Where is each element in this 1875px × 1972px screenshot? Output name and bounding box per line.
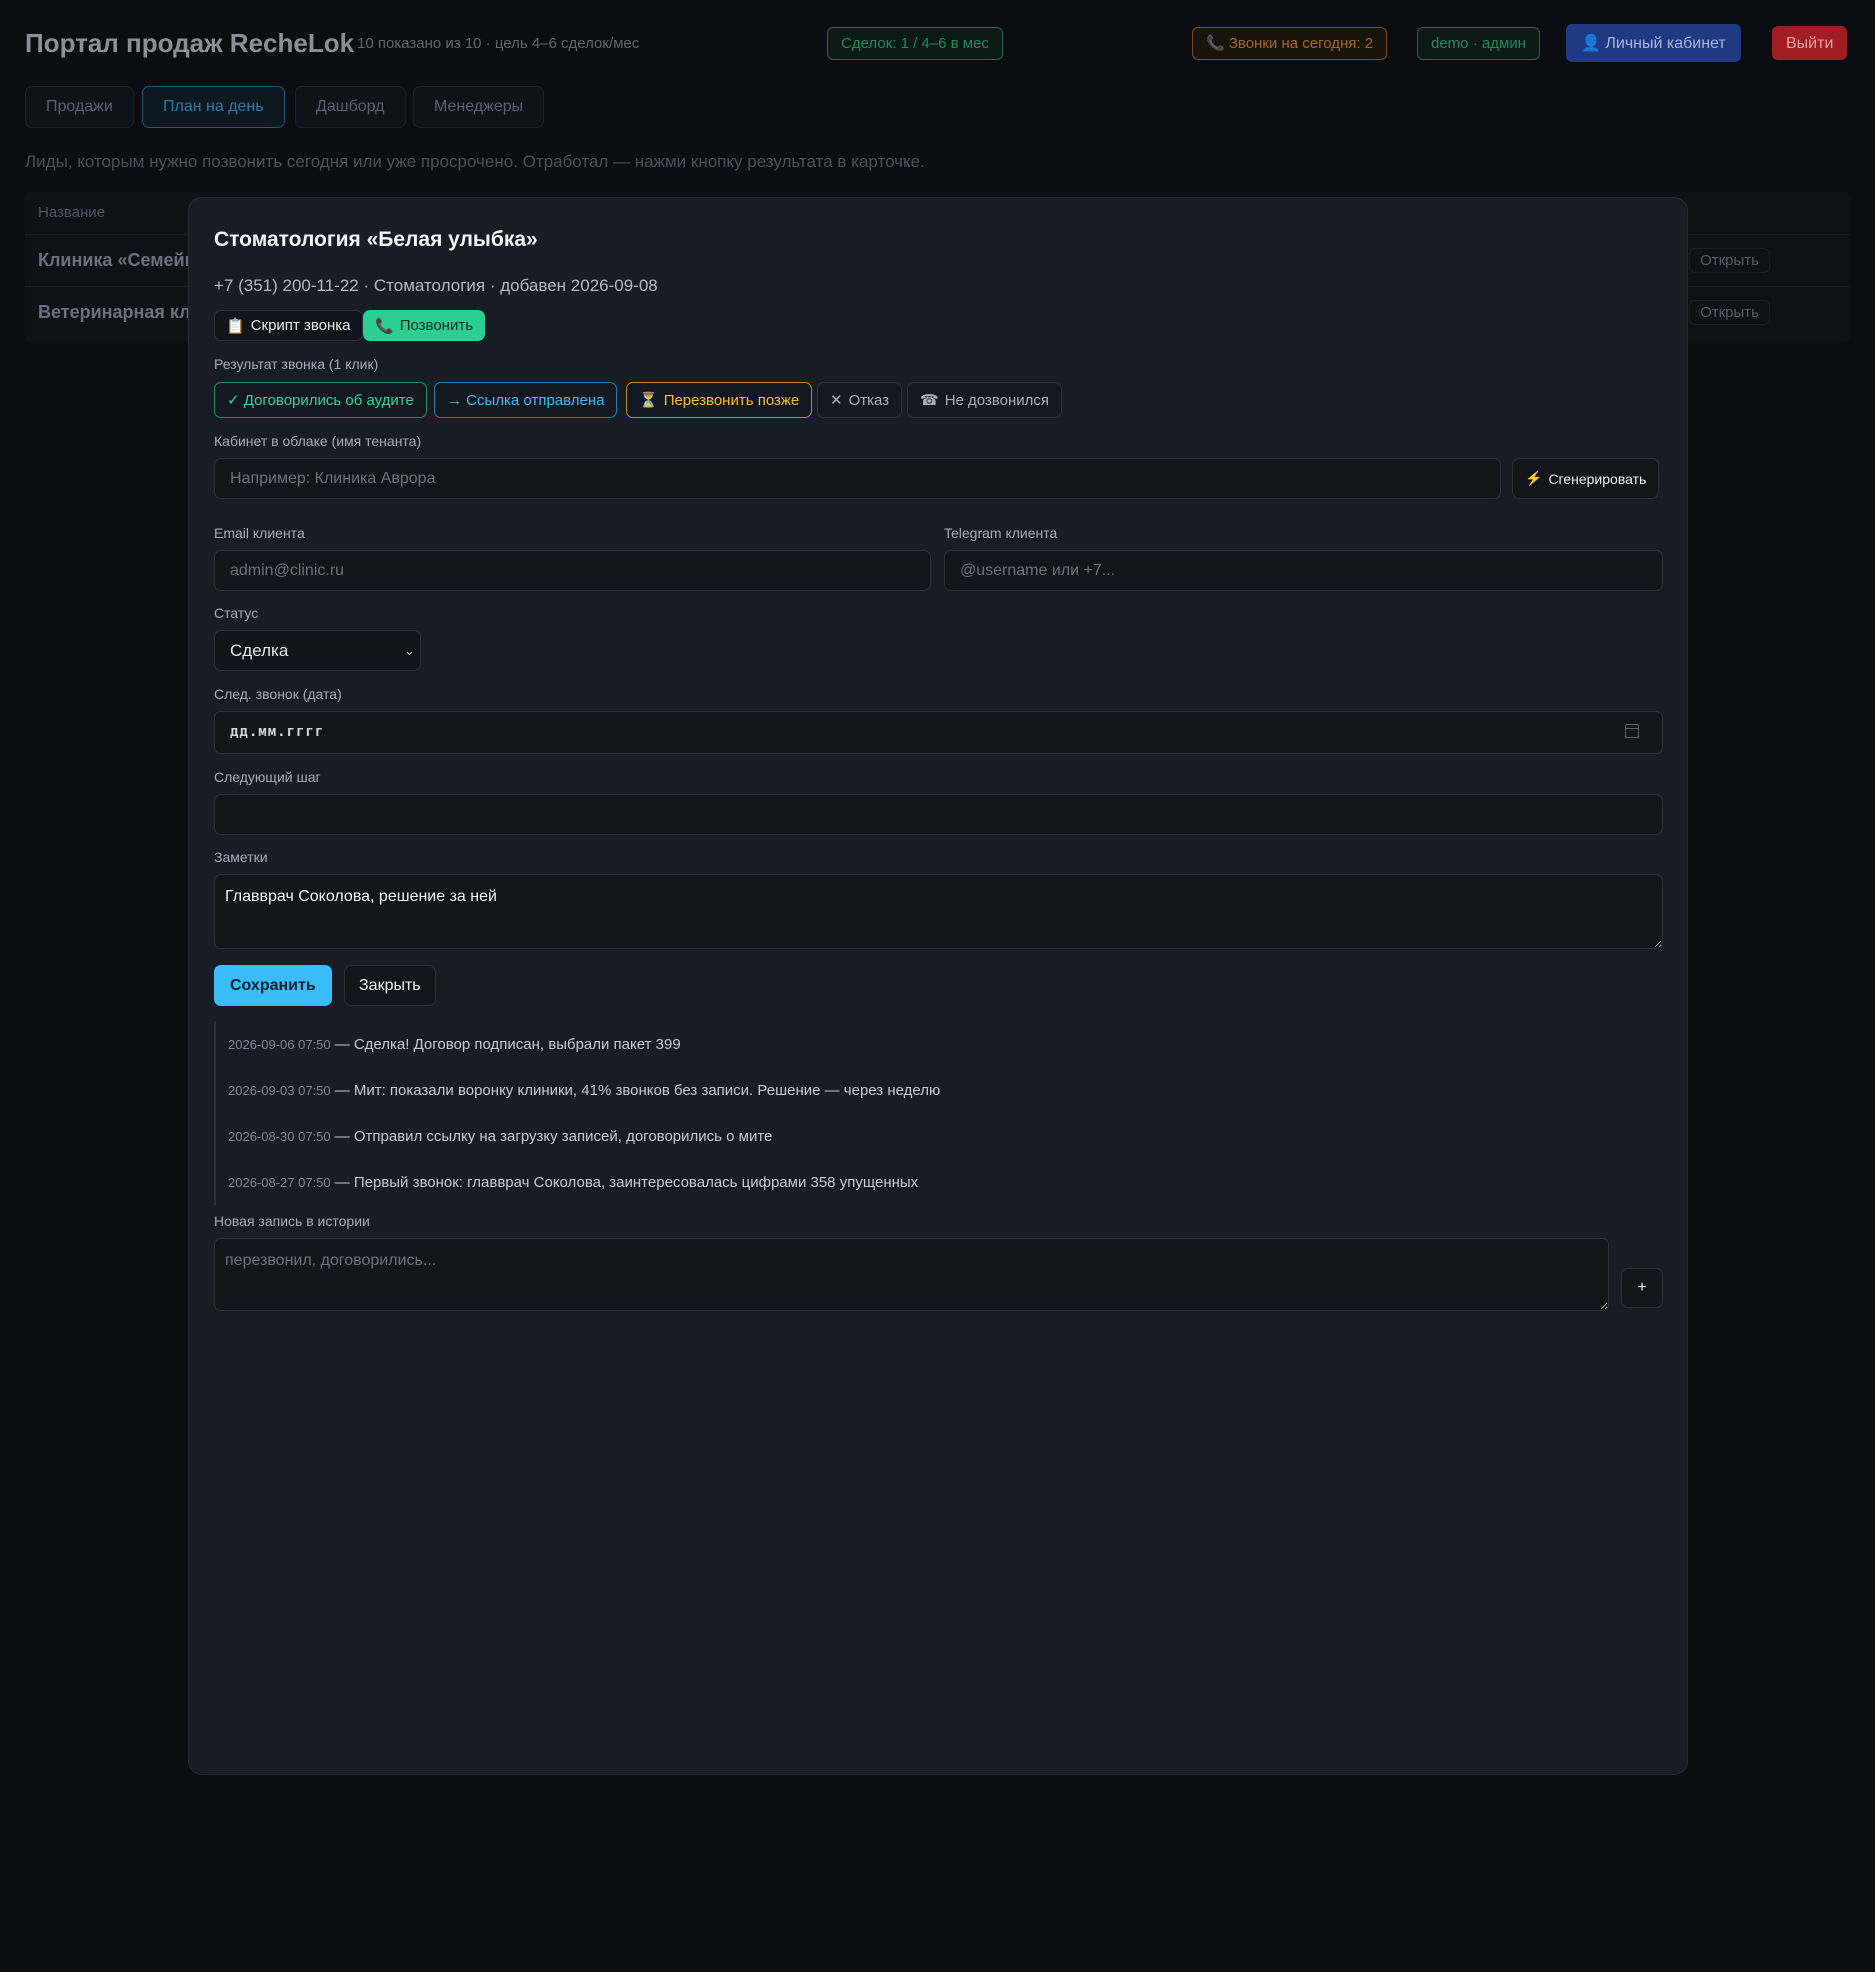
history-item: 2026-09-06 07:50 — Сделка! Договор подпи… bbox=[214, 1021, 1654, 1067]
open-button[interactable]: Открыть bbox=[1689, 300, 1770, 325]
call-later-label: Перезвонить позже bbox=[663, 391, 800, 409]
history-text: — Мит: показали воронку клиники, 41% зво… bbox=[334, 1081, 941, 1099]
telephone-icon: ☎ bbox=[920, 392, 939, 409]
tenant-input[interactable] bbox=[214, 458, 1501, 499]
page-hint: Лиды, которым нужно позвонить сегодня ил… bbox=[25, 152, 925, 171]
save-button[interactable]: Сохранить bbox=[214, 965, 332, 1006]
history-time: 2026-09-03 07:50 bbox=[228, 1082, 331, 1098]
calls-today-label: Звонки на сегодня: 2 bbox=[1228, 35, 1374, 52]
phone-icon: 📞 bbox=[375, 317, 394, 335]
generate-label: Сгенерировать bbox=[1548, 470, 1647, 487]
close-button[interactable]: Закрыть bbox=[344, 965, 436, 1006]
lead-subtitle: +7 (351) 200-11-22 · Стоматология · доба… bbox=[214, 276, 658, 295]
user-icon: 👤 bbox=[1581, 35, 1601, 52]
telegram-input[interactable] bbox=[944, 550, 1663, 591]
history-time: 2026-08-30 07:50 bbox=[228, 1128, 331, 1144]
hourglass-icon: ⏳ bbox=[639, 392, 658, 409]
tenant-label: Кабинет в облаке (имя тенанта) bbox=[214, 433, 422, 449]
calls-today-badge[interactable]: 📞 Звонки на сегодня: 2 bbox=[1192, 27, 1388, 60]
status-label: Статус bbox=[214, 605, 259, 621]
call-button-label: Позвонить bbox=[399, 317, 474, 334]
history-text: — Первый звонок: главврач Соколова, заин… bbox=[334, 1173, 919, 1191]
telegram-label: Telegram клиента bbox=[944, 525, 1058, 541]
column-header-name: Название bbox=[38, 204, 106, 221]
shown-info: 10 показано из 10 · цель 4–6 сделок/мес bbox=[357, 35, 640, 52]
next-call-date-input[interactable]: дд.мм.гггг bbox=[214, 711, 1663, 754]
result-call-later-button[interactable]: ⏳ Перезвонить позже bbox=[626, 382, 813, 418]
history-text: — Отправил ссылку на загрузку записей, д… bbox=[334, 1127, 773, 1145]
call-script-button[interactable]: 📋 Скрипт звонка bbox=[214, 310, 363, 341]
history-text: — Сделка! Договор подписан, выбрали паке… bbox=[334, 1035, 681, 1053]
tab-day-plan[interactable]: План на день bbox=[142, 86, 285, 128]
deals-badge: Сделок: 1 / 4–6 в мес bbox=[827, 27, 1003, 60]
refuse-label: Отказ bbox=[848, 391, 890, 409]
row-name: Ветеринарная кли bbox=[38, 302, 202, 322]
email-input[interactable] bbox=[214, 550, 931, 591]
top-bar: Портал продаж RecheLok 10 показано из 10… bbox=[25, 24, 1850, 64]
logout-button[interactable]: Выйти bbox=[1772, 26, 1848, 60]
tab-sales[interactable]: Продажи bbox=[25, 86, 134, 128]
history-list: 2026-09-06 07:50 — Сделка! Договор подпи… bbox=[214, 1021, 1654, 1205]
calendar-icon[interactable] bbox=[1625, 724, 1639, 738]
call-result-label: Результат звонка (1 клик) bbox=[214, 356, 379, 372]
history-time: 2026-08-27 07:50 bbox=[228, 1174, 331, 1190]
call-script-label: Скрипт звонка bbox=[250, 317, 351, 334]
no-answer-label: Не дозвонился bbox=[944, 391, 1050, 409]
email-label: Email клиента bbox=[214, 525, 305, 541]
history-item: 2026-08-30 07:50 — Отправил ссылку на за… bbox=[214, 1113, 1654, 1159]
cabinet-button-label: Личный кабинет bbox=[1605, 35, 1726, 52]
clipboard-icon: 📋 bbox=[226, 317, 245, 335]
generate-button[interactable]: ⚡ Сгенерировать bbox=[1512, 458, 1660, 499]
next-call-label: След. звонок (дата) bbox=[214, 686, 342, 702]
add-entry-button[interactable]: + bbox=[1621, 1268, 1663, 1308]
cabinet-button[interactable]: 👤 Личный кабинет bbox=[1566, 24, 1741, 62]
app-title: Портал продаж RecheLok bbox=[25, 28, 355, 58]
status-select[interactable]: Сделка bbox=[214, 630, 421, 671]
notes-textarea[interactable]: Главврач Соколова, решение за ней bbox=[214, 874, 1663, 949]
next-step-input[interactable] bbox=[214, 794, 1663, 835]
new-entry-textarea[interactable] bbox=[214, 1238, 1609, 1311]
lead-title: Стоматология «Белая улыбка» bbox=[214, 228, 538, 251]
new-entry-label: Новая запись в истории bbox=[214, 1213, 370, 1229]
row-name: Клиника «Семейн bbox=[38, 250, 196, 270]
result-link-sent-button[interactable]: → Ссылка отправлена bbox=[434, 382, 618, 418]
notes-label: Заметки bbox=[214, 849, 268, 865]
history-item: 2026-08-27 07:50 — Первый звонок: главвр… bbox=[214, 1159, 1654, 1205]
lightning-icon: ⚡ bbox=[1525, 470, 1543, 486]
next-step-label: Следующий шаг bbox=[214, 769, 321, 785]
phone-icon: 📞 bbox=[1206, 35, 1225, 52]
user-badge: demo · админ bbox=[1417, 27, 1540, 60]
lead-card-modal: Стоматология «Белая улыбка» +7 (351) 200… bbox=[188, 197, 1688, 1775]
call-button[interactable]: 📞 Позвонить bbox=[363, 310, 486, 341]
tab-managers[interactable]: Менеджеры bbox=[413, 86, 545, 128]
result-refuse-button[interactable]: ✕ Отказ bbox=[817, 382, 903, 418]
history-time: 2026-09-06 07:50 bbox=[228, 1036, 331, 1052]
result-audit-button[interactable]: ✓ Договорились об аудите bbox=[214, 382, 427, 418]
history-item: 2026-09-03 07:50 — Мит: показали воронку… bbox=[214, 1067, 1654, 1113]
tab-dashboard[interactable]: Дашборд bbox=[295, 86, 406, 128]
result-no-answer-button[interactable]: ☎ Не дозвонился bbox=[907, 382, 1063, 418]
close-icon: ✕ bbox=[830, 392, 843, 409]
open-button[interactable]: Открыть bbox=[1689, 248, 1770, 273]
